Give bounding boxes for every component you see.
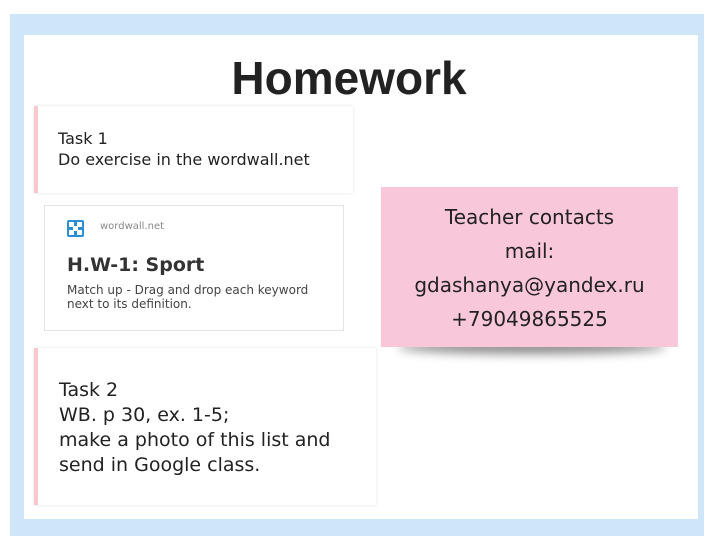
- task-1-card: Task 1 Do exercise in the wordwall.net: [34, 106, 353, 193]
- task-2-line: make a photo of this list and: [59, 429, 331, 451]
- wordwall-link-preview[interactable]: wordwall.net H.W-1: Sport Match up - Dra…: [44, 205, 344, 331]
- contacts-mail-label: mail:: [504, 239, 555, 263]
- task-2-label: Task 2: [59, 379, 119, 401]
- contacts-email[interactable]: gdashanya@yandex.ru: [381, 268, 678, 302]
- task-1-label: Task 1: [58, 129, 108, 148]
- task-2-card: Task 2 WB. p 30, ex. 1-5; make a photo o…: [34, 348, 376, 505]
- preview-description: Match up - Drag and drop each keyword ne…: [67, 283, 309, 311]
- page-title: Homework: [231, 52, 467, 104]
- preview-site-name: wordwall.net: [100, 221, 165, 232]
- teacher-contacts-sticky-note: Teacher contacts mail: gdashanya@yandex.…: [381, 187, 678, 347]
- task-2-line: send in Google class.: [59, 454, 261, 476]
- preview-title[interactable]: H.W-1: Sport: [67, 254, 204, 276]
- task-1-text: Do exercise in the wordwall.net: [58, 150, 310, 169]
- contacts-heading: Teacher contacts: [444, 205, 615, 229]
- task-2-line: WB. p 30, ex. 1-5;: [59, 404, 230, 426]
- wordwall-logo-icon: [67, 220, 84, 237]
- contacts-phone[interactable]: +79049865525: [381, 302, 678, 336]
